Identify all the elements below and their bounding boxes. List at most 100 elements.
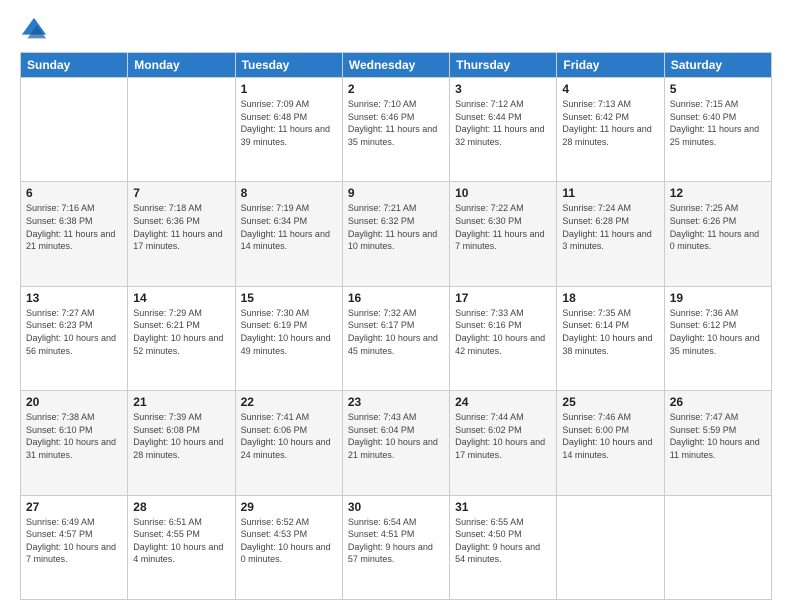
calendar-week-row: 13 Sunrise: 7:27 AM Sunset: 6:23 PM Dayl… xyxy=(21,286,772,390)
calendar-cell: 11 Sunrise: 7:24 AM Sunset: 6:28 PM Dayl… xyxy=(557,182,664,286)
day-number: 9 xyxy=(348,186,444,200)
day-info: Sunrise: 7:21 AM Sunset: 6:32 PM Dayligh… xyxy=(348,202,444,252)
day-info: Sunrise: 7:25 AM Sunset: 6:26 PM Dayligh… xyxy=(670,202,766,252)
weekday-header: Monday xyxy=(128,53,235,78)
calendar-cell xyxy=(21,78,128,182)
calendar-cell: 31 Sunrise: 6:55 AM Sunset: 4:50 PM Dayl… xyxy=(450,495,557,599)
calendar-week-row: 1 Sunrise: 7:09 AM Sunset: 6:48 PM Dayli… xyxy=(21,78,772,182)
calendar-cell: 16 Sunrise: 7:32 AM Sunset: 6:17 PM Dayl… xyxy=(342,286,449,390)
day-number: 4 xyxy=(562,82,658,96)
calendar-cell xyxy=(557,495,664,599)
calendar-cell: 22 Sunrise: 7:41 AM Sunset: 6:06 PM Dayl… xyxy=(235,391,342,495)
logo-icon xyxy=(20,16,48,44)
weekday-header: Tuesday xyxy=(235,53,342,78)
day-number: 28 xyxy=(133,500,229,514)
day-info: Sunrise: 6:49 AM Sunset: 4:57 PM Dayligh… xyxy=(26,516,122,566)
day-info: Sunrise: 7:29 AM Sunset: 6:21 PM Dayligh… xyxy=(133,307,229,357)
calendar-cell: 4 Sunrise: 7:13 AM Sunset: 6:42 PM Dayli… xyxy=(557,78,664,182)
day-info: Sunrise: 6:55 AM Sunset: 4:50 PM Dayligh… xyxy=(455,516,551,566)
day-number: 10 xyxy=(455,186,551,200)
calendar-cell: 28 Sunrise: 6:51 AM Sunset: 4:55 PM Dayl… xyxy=(128,495,235,599)
calendar-cell: 19 Sunrise: 7:36 AM Sunset: 6:12 PM Dayl… xyxy=(664,286,771,390)
calendar-cell: 29 Sunrise: 6:52 AM Sunset: 4:53 PM Dayl… xyxy=(235,495,342,599)
day-info: Sunrise: 6:52 AM Sunset: 4:53 PM Dayligh… xyxy=(241,516,337,566)
day-info: Sunrise: 7:41 AM Sunset: 6:06 PM Dayligh… xyxy=(241,411,337,461)
calendar-cell: 21 Sunrise: 7:39 AM Sunset: 6:08 PM Dayl… xyxy=(128,391,235,495)
logo xyxy=(20,16,52,44)
weekday-header: Wednesday xyxy=(342,53,449,78)
calendar-cell xyxy=(664,495,771,599)
day-info: Sunrise: 7:24 AM Sunset: 6:28 PM Dayligh… xyxy=(562,202,658,252)
day-info: Sunrise: 7:10 AM Sunset: 6:46 PM Dayligh… xyxy=(348,98,444,148)
day-info: Sunrise: 7:38 AM Sunset: 6:10 PM Dayligh… xyxy=(26,411,122,461)
calendar-cell: 17 Sunrise: 7:33 AM Sunset: 6:16 PM Dayl… xyxy=(450,286,557,390)
weekday-header: Sunday xyxy=(21,53,128,78)
day-info: Sunrise: 7:44 AM Sunset: 6:02 PM Dayligh… xyxy=(455,411,551,461)
day-number: 21 xyxy=(133,395,229,409)
calendar-header-row: SundayMondayTuesdayWednesdayThursdayFrid… xyxy=(21,53,772,78)
calendar-cell: 23 Sunrise: 7:43 AM Sunset: 6:04 PM Dayl… xyxy=(342,391,449,495)
calendar-cell: 6 Sunrise: 7:16 AM Sunset: 6:38 PM Dayli… xyxy=(21,182,128,286)
page: SundayMondayTuesdayWednesdayThursdayFrid… xyxy=(0,0,792,612)
day-number: 24 xyxy=(455,395,551,409)
calendar-week-row: 6 Sunrise: 7:16 AM Sunset: 6:38 PM Dayli… xyxy=(21,182,772,286)
calendar-cell: 26 Sunrise: 7:47 AM Sunset: 5:59 PM Dayl… xyxy=(664,391,771,495)
day-number: 16 xyxy=(348,291,444,305)
day-number: 11 xyxy=(562,186,658,200)
header xyxy=(20,16,772,44)
day-info: Sunrise: 7:33 AM Sunset: 6:16 PM Dayligh… xyxy=(455,307,551,357)
day-number: 31 xyxy=(455,500,551,514)
day-number: 19 xyxy=(670,291,766,305)
day-info: Sunrise: 7:32 AM Sunset: 6:17 PM Dayligh… xyxy=(348,307,444,357)
day-info: Sunrise: 7:43 AM Sunset: 6:04 PM Dayligh… xyxy=(348,411,444,461)
day-number: 18 xyxy=(562,291,658,305)
calendar-cell: 20 Sunrise: 7:38 AM Sunset: 6:10 PM Dayl… xyxy=(21,391,128,495)
calendar-cell: 14 Sunrise: 7:29 AM Sunset: 6:21 PM Dayl… xyxy=(128,286,235,390)
day-number: 27 xyxy=(26,500,122,514)
day-info: Sunrise: 7:09 AM Sunset: 6:48 PM Dayligh… xyxy=(241,98,337,148)
calendar-cell: 2 Sunrise: 7:10 AM Sunset: 6:46 PM Dayli… xyxy=(342,78,449,182)
day-number: 29 xyxy=(241,500,337,514)
day-number: 13 xyxy=(26,291,122,305)
day-info: Sunrise: 7:16 AM Sunset: 6:38 PM Dayligh… xyxy=(26,202,122,252)
calendar: SundayMondayTuesdayWednesdayThursdayFrid… xyxy=(20,52,772,600)
day-info: Sunrise: 7:35 AM Sunset: 6:14 PM Dayligh… xyxy=(562,307,658,357)
calendar-cell: 10 Sunrise: 7:22 AM Sunset: 6:30 PM Dayl… xyxy=(450,182,557,286)
calendar-cell: 3 Sunrise: 7:12 AM Sunset: 6:44 PM Dayli… xyxy=(450,78,557,182)
day-number: 26 xyxy=(670,395,766,409)
day-info: Sunrise: 7:13 AM Sunset: 6:42 PM Dayligh… xyxy=(562,98,658,148)
day-number: 23 xyxy=(348,395,444,409)
day-number: 2 xyxy=(348,82,444,96)
day-info: Sunrise: 7:15 AM Sunset: 6:40 PM Dayligh… xyxy=(670,98,766,148)
day-info: Sunrise: 7:12 AM Sunset: 6:44 PM Dayligh… xyxy=(455,98,551,148)
weekday-header: Friday xyxy=(557,53,664,78)
day-number: 5 xyxy=(670,82,766,96)
day-number: 8 xyxy=(241,186,337,200)
day-info: Sunrise: 7:30 AM Sunset: 6:19 PM Dayligh… xyxy=(241,307,337,357)
day-number: 25 xyxy=(562,395,658,409)
day-number: 30 xyxy=(348,500,444,514)
calendar-cell: 9 Sunrise: 7:21 AM Sunset: 6:32 PM Dayli… xyxy=(342,182,449,286)
day-info: Sunrise: 6:51 AM Sunset: 4:55 PM Dayligh… xyxy=(133,516,229,566)
calendar-cell xyxy=(128,78,235,182)
day-number: 20 xyxy=(26,395,122,409)
calendar-cell: 15 Sunrise: 7:30 AM Sunset: 6:19 PM Dayl… xyxy=(235,286,342,390)
calendar-cell: 25 Sunrise: 7:46 AM Sunset: 6:00 PM Dayl… xyxy=(557,391,664,495)
day-number: 6 xyxy=(26,186,122,200)
day-number: 22 xyxy=(241,395,337,409)
calendar-cell: 24 Sunrise: 7:44 AM Sunset: 6:02 PM Dayl… xyxy=(450,391,557,495)
calendar-cell: 5 Sunrise: 7:15 AM Sunset: 6:40 PM Dayli… xyxy=(664,78,771,182)
day-info: Sunrise: 7:18 AM Sunset: 6:36 PM Dayligh… xyxy=(133,202,229,252)
day-number: 12 xyxy=(670,186,766,200)
weekday-header: Thursday xyxy=(450,53,557,78)
calendar-cell: 12 Sunrise: 7:25 AM Sunset: 6:26 PM Dayl… xyxy=(664,182,771,286)
calendar-cell: 18 Sunrise: 7:35 AM Sunset: 6:14 PM Dayl… xyxy=(557,286,664,390)
day-info: Sunrise: 7:27 AM Sunset: 6:23 PM Dayligh… xyxy=(26,307,122,357)
weekday-header: Saturday xyxy=(664,53,771,78)
day-info: Sunrise: 7:39 AM Sunset: 6:08 PM Dayligh… xyxy=(133,411,229,461)
calendar-cell: 1 Sunrise: 7:09 AM Sunset: 6:48 PM Dayli… xyxy=(235,78,342,182)
day-info: Sunrise: 7:36 AM Sunset: 6:12 PM Dayligh… xyxy=(670,307,766,357)
day-info: Sunrise: 7:22 AM Sunset: 6:30 PM Dayligh… xyxy=(455,202,551,252)
day-number: 15 xyxy=(241,291,337,305)
calendar-cell: 27 Sunrise: 6:49 AM Sunset: 4:57 PM Dayl… xyxy=(21,495,128,599)
